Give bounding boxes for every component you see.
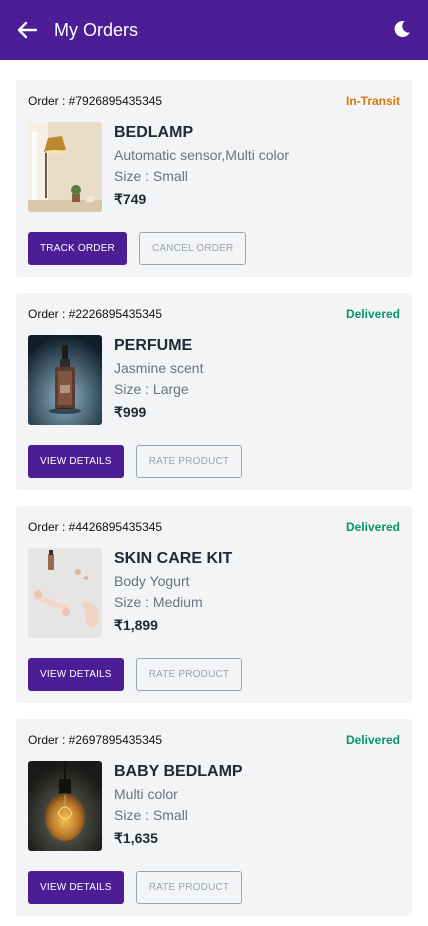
moon-icon	[394, 20, 410, 37]
back-button[interactable]	[16, 19, 38, 41]
order-card: Order : #4426895435345 Delivered SKIN CA…	[16, 506, 412, 703]
product-image[interactable]	[28, 548, 102, 638]
rate-product-button[interactable]: RATE PRODUCT	[135, 871, 243, 904]
product-size: Size : Small	[114, 807, 188, 823]
product-name: PERFUME	[114, 337, 193, 354]
product-name: BEDLAMP	[114, 124, 194, 141]
product-name: SKIN CARE KIT	[114, 550, 233, 567]
order-number: Order : #4426895435345	[28, 520, 163, 534]
product-price: ₹1,899	[114, 617, 158, 633]
product-size: Size : Large	[114, 381, 189, 397]
view-details-button[interactable]: VIEW DETAILS	[28, 445, 124, 478]
app-bar: My Orders	[0, 0, 428, 60]
product-image[interactable]	[28, 761, 102, 851]
order-number: Order : #2697895435345	[28, 733, 163, 747]
orders-list: Order : #7926895435345 In-Transit BEDLAM…	[0, 60, 428, 916]
product-description: Automatic sensor,Multi color	[114, 147, 290, 163]
status-badge: Delivered	[345, 733, 400, 747]
order-card: Order : #7926895435345 In-Transit BEDLAM…	[16, 80, 412, 277]
rate-product-button[interactable]: RATE PRODUCT	[135, 445, 243, 478]
view-details-button[interactable]: VIEW DETAILS	[28, 871, 124, 904]
status-badge: Delivered	[345, 520, 400, 534]
product-price: ₹749	[114, 191, 147, 207]
status-badge: In-Transit	[345, 94, 400, 108]
product-size: Size : Small	[114, 168, 188, 184]
product-size: Size : Medium	[114, 594, 203, 610]
order-card: Order : #2226895435345 Delivered PERFUME…	[16, 293, 412, 490]
product-price: ₹1,635	[114, 830, 158, 846]
product-image[interactable]	[28, 122, 102, 212]
product-description: Multi color	[114, 786, 178, 802]
product-description: Jasmine scent	[114, 360, 204, 376]
arrow-left-icon	[17, 21, 37, 39]
order-card: Order : #2697895435345 Delivered BABY BE…	[16, 719, 412, 916]
status-badge: Delivered	[345, 307, 400, 321]
rate-product-button[interactable]: RATE PRODUCT	[135, 658, 243, 691]
view-details-button[interactable]: VIEW DETAILS	[28, 658, 124, 691]
cancel-order-button[interactable]: CANCEL ORDER	[138, 232, 247, 265]
order-number: Order : #2226895435345	[28, 307, 163, 321]
product-name: BABY BEDLAMP	[114, 763, 243, 780]
page-title: My Orders	[54, 19, 139, 40]
track-order-button[interactable]: TRACK ORDER	[28, 232, 127, 265]
product-description: Body Yogurt	[114, 573, 190, 589]
theme-toggle-button[interactable]	[392, 19, 414, 41]
product-image[interactable]	[28, 335, 102, 425]
product-price: ₹999	[114, 404, 147, 420]
order-number: Order : #7926895435345	[28, 94, 163, 108]
